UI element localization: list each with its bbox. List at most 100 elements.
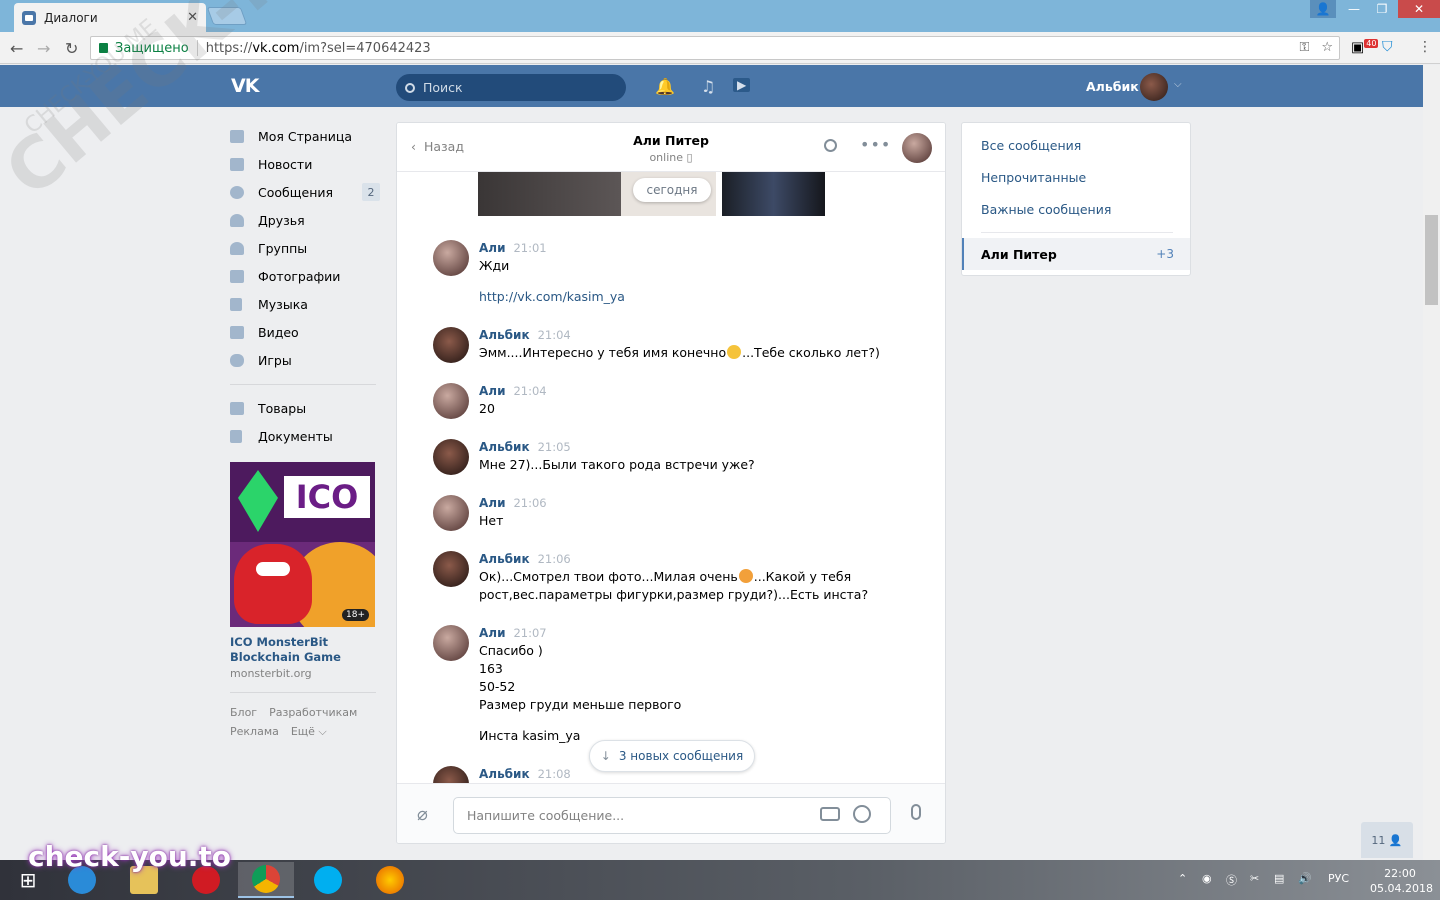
taskbar-firefox[interactable] <box>362 862 418 898</box>
tray-expand-icon[interactable]: ⌃ <box>1178 872 1187 885</box>
footer-devs-link[interactable]: Разработчикам <box>269 706 357 719</box>
filter-all-messages[interactable]: Все сообщения <box>981 138 1081 153</box>
menu-item-documents[interactable]: Документы <box>230 422 380 450</box>
taskbar-chrome[interactable] <box>238 862 294 898</box>
menu-item-friends[interactable]: Друзья <box>230 206 380 234</box>
menu-item-my-page[interactable]: Моя Страница <box>230 122 380 150</box>
address-bar[interactable]: Защищено https://vk.com/im?sel=470642423… <box>90 36 1340 60</box>
star-icon[interactable]: ☆ <box>1321 40 1333 55</box>
play-icon[interactable]: ▶ <box>733 78 751 92</box>
reload-icon[interactable]: ↻ <box>65 39 78 58</box>
tray-language[interactable]: РУС <box>1328 872 1349 885</box>
more-icon[interactable]: ••• <box>860 135 891 154</box>
filter-important[interactable]: Важные сообщения <box>981 202 1111 217</box>
footer-more-link[interactable]: Ещё ⌵ <box>291 725 327 738</box>
firefox-icon <box>376 866 404 894</box>
menu-item-photos[interactable]: Фотографии <box>230 262 380 290</box>
photo-thumbnail[interactable] <box>722 172 825 216</box>
microphone-icon[interactable] <box>911 804 921 820</box>
tray-app-icon[interactable]: ◉ <box>1202 872 1212 885</box>
header-avatar[interactable] <box>1140 73 1168 101</box>
footer-links: Блог Разработчикам Реклама Ещё ⌵ <box>230 703 380 741</box>
avatar[interactable] <box>433 551 469 587</box>
avatar[interactable] <box>433 625 469 661</box>
dialog-avatar[interactable] <box>902 133 932 163</box>
message-author[interactable]: Али <box>479 626 505 640</box>
filter-unread[interactable]: Непрочитанные <box>981 170 1086 185</box>
avatar[interactable] <box>433 439 469 475</box>
bell-icon[interactable]: 🔔 <box>655 77 675 96</box>
chevron-down-icon[interactable]: ⌵ <box>1174 79 1182 90</box>
search-icon[interactable] <box>824 139 837 152</box>
paperclip-icon[interactable]: ⌀ <box>417 804 428 825</box>
message-author[interactable]: Альбик <box>479 767 530 781</box>
vk-logo[interactable]: VK <box>231 75 265 97</box>
new-messages-button[interactable]: ↓ 3 новых сообщения <box>589 740 755 772</box>
monster-icon <box>234 544 312 624</box>
film-icon <box>230 325 244 339</box>
close-window-button[interactable]: ✕ <box>1398 0 1440 18</box>
message-author[interactable]: Альбик <box>479 328 530 342</box>
message-time: 21:06 <box>537 552 571 566</box>
search-input[interactable]: Поиск <box>396 74 626 101</box>
menu-item-goods[interactable]: Товары <box>230 394 380 422</box>
camera-icon[interactable] <box>820 807 840 821</box>
forward-arrow-icon[interactable]: → <box>37 39 50 58</box>
online-friends-widget[interactable]: 11 👤 <box>1361 822 1413 858</box>
conversation-unread-count: +3 <box>1156 247 1174 261</box>
menu-item-games[interactable]: Игры <box>230 346 380 374</box>
restore-button[interactable]: ❐ <box>1368 0 1396 18</box>
minimize-button[interactable]: — <box>1340 0 1368 18</box>
taskbar-skype[interactable] <box>300 862 356 898</box>
message-author[interactable]: Альбик <box>479 552 530 566</box>
new-tab-button[interactable] <box>206 7 248 25</box>
key-icon[interactable]: ⚿ <box>1299 40 1309 55</box>
footer-blog-link[interactable]: Блог <box>230 706 257 719</box>
message-author[interactable]: Али <box>479 496 505 510</box>
tab-close-icon[interactable]: ✕ <box>187 10 198 25</box>
shield-extension-icon[interactable]: ⛉ <box>1382 39 1393 55</box>
ad-image[interactable]: ICO 18+ <box>230 462 375 627</box>
gamepad-icon <box>230 353 244 367</box>
footer-ads-link[interactable]: Реклама <box>230 725 279 738</box>
message-author[interactable]: Альбик <box>479 440 530 454</box>
message-text: рост,вес.параметры фигурки,размер груди?… <box>479 587 869 602</box>
ad-title[interactable]: ICO MonsterBit Blockchain Game <box>230 635 380 665</box>
message-text: Мне 27)...Были такого рода встречи уже? <box>479 457 755 472</box>
tray-volume-icon[interactable]: 🔊 <box>1298 872 1312 885</box>
message-time: 21:01 <box>513 241 547 255</box>
extension-icon[interactable]: ▣ 40 <box>1351 39 1379 56</box>
profile-icon[interactable]: 👤 <box>1310 0 1336 18</box>
avatar[interactable] <box>433 327 469 363</box>
browser-tab[interactable]: Диалоги ✕ <box>14 3 206 32</box>
music-note-icon[interactable]: ♫ <box>701 77 715 96</box>
menu-item-groups[interactable]: Группы <box>230 234 380 262</box>
menu-dots-icon[interactable]: ⋮ <box>1418 39 1432 55</box>
ad-site[interactable]: monsterbit.org <box>230 667 380 680</box>
selected-conversation[interactable]: Али Питер +3 <box>962 238 1190 270</box>
avatar[interactable] <box>433 495 469 531</box>
scrollbar-thumb[interactable] <box>1425 215 1438 305</box>
bag-icon <box>230 401 244 415</box>
message-link[interactable]: http://vk.com/kasim_ya <box>479 289 625 304</box>
avatar[interactable] <box>433 240 469 276</box>
menu-item-news[interactable]: Новости <box>230 150 380 178</box>
emoji-icon[interactable] <box>853 805 871 823</box>
message-text: 50-52 <box>479 679 516 694</box>
menu-item-messages[interactable]: Сообщения 2 <box>230 178 380 206</box>
avatar[interactable] <box>433 383 469 419</box>
message-author[interactable]: Али <box>479 384 505 398</box>
taskbar-clock[interactable]: 22:00 05.04.2018 <box>1370 866 1433 896</box>
skype-icon <box>314 866 342 894</box>
header-user-name[interactable]: Альбик <box>1086 79 1139 94</box>
search-icon <box>405 82 415 93</box>
menu-item-music[interactable]: Музыка <box>230 290 380 318</box>
back-arrow-icon[interactable]: ← <box>10 39 23 58</box>
message-author[interactable]: Али <box>479 241 505 255</box>
tray-skype-icon[interactable]: Ⓢ <box>1226 872 1237 888</box>
vk-favicon-icon <box>22 10 36 25</box>
page-scrollbar[interactable] <box>1423 65 1440 860</box>
tray-tool-icon[interactable]: ✂ <box>1250 872 1259 885</box>
menu-item-video[interactable]: Видео <box>230 318 380 346</box>
tray-network-icon[interactable]: ▤ <box>1274 872 1284 885</box>
